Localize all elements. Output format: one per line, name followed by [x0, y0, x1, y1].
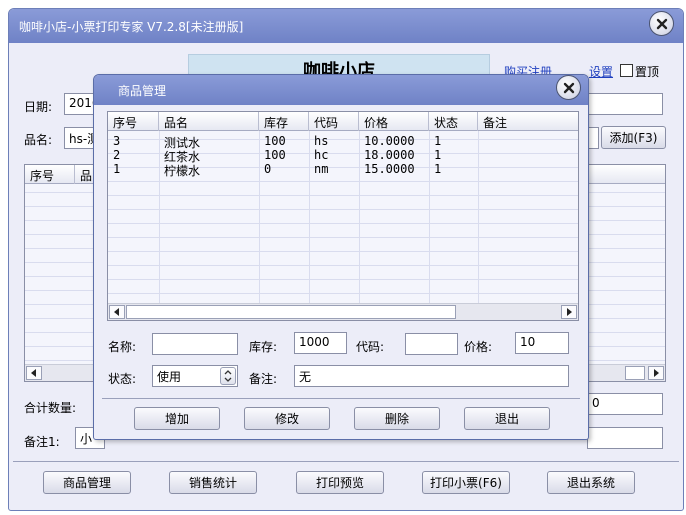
dialog-edit-button[interactable]: 修改 [244, 407, 330, 430]
code-input[interactable] [405, 333, 458, 355]
product-table-hscroll[interactable] [108, 303, 578, 320]
note1-label: 备注1: [24, 435, 60, 449]
name-input[interactable] [152, 333, 238, 355]
dialog-add-button[interactable]: 增加 [134, 407, 220, 430]
product-label: 品名: [24, 133, 53, 147]
col-name[interactable]: 品名 [159, 112, 259, 131]
main-close-button[interactable] [649, 11, 674, 36]
note-input[interactable]: 无 [294, 365, 569, 387]
grid-line [159, 131, 160, 320]
print-preview-button[interactable]: 打印预览 [296, 471, 384, 494]
col-price[interactable]: 价格 [359, 112, 429, 131]
total-qty-label: 合计数量: [24, 401, 77, 415]
row-index: 3 [113, 134, 121, 148]
row-price: 10.0000 [364, 134, 415, 148]
sales-stats-button[interactable]: 销售统计 [169, 471, 257, 494]
product-table[interactable]: 序号 品名 库存 代码 价格 状态 备注 3 测试水 100 hs 10.000… [107, 111, 579, 321]
print-receipt-button[interactable]: 打印小票(F6) [422, 471, 510, 494]
stock-label: 库存: [249, 340, 278, 354]
dialog-delete-button[interactable]: 删除 [354, 407, 440, 430]
dialog-close-button[interactable] [556, 75, 581, 100]
status-label: 状态: [108, 372, 137, 386]
status-select[interactable]: 使用 [152, 365, 238, 387]
triangle-right-icon [654, 369, 659, 377]
grid-line [478, 131, 479, 320]
right-top-field[interactable] [585, 93, 663, 115]
status-select-value: 使用 [157, 370, 182, 384]
grid-line [259, 131, 260, 320]
product-table-header: 序号 品名 库存 代码 价格 状态 备注 [108, 112, 578, 131]
row-code: hs [314, 134, 329, 148]
settings-link[interactable]: 设置 [589, 63, 613, 80]
close-icon [563, 82, 574, 93]
row-status: 1 [434, 148, 442, 162]
row-code: hc [314, 148, 329, 162]
grid-line [429, 131, 430, 320]
row-index: 1 [113, 162, 121, 176]
row-status: 1 [434, 162, 442, 176]
code-label: 代码: [356, 340, 385, 354]
note-label: 备注: [249, 372, 278, 386]
col-note[interactable]: 备注 [478, 112, 578, 131]
main-titlebar: 咖啡小店-小票打印专家 V7.2.8[未注册版] [9, 9, 683, 43]
row-price: 15.0000 [364, 162, 415, 176]
pin-checkbox-label: 置顶 [635, 65, 660, 79]
close-icon [656, 18, 667, 29]
dialog-titlebar: 商品管理 [94, 75, 588, 105]
stock-input[interactable]: 1000 [294, 332, 347, 354]
row-index: 2 [113, 148, 121, 162]
col-stock[interactable]: 库存 [259, 112, 309, 131]
row-stock: 100 [264, 148, 286, 162]
dialog-form-separator [102, 398, 580, 399]
triangle-right-icon [567, 308, 572, 316]
row-name: 柠檬水 [164, 164, 201, 178]
price-label: 价格: [464, 340, 493, 354]
dialog-exit-button[interactable]: 退出 [464, 407, 550, 430]
col-code[interactable]: 代码 [309, 112, 359, 131]
price-input[interactable]: 10 [515, 332, 569, 354]
select-arrow-button[interactable] [220, 367, 236, 385]
scroll-right-arrow[interactable] [561, 305, 577, 319]
row-stock: 100 [264, 134, 286, 148]
main-footer-separator [13, 461, 679, 462]
pin-checkbox[interactable] [620, 64, 633, 77]
col-index[interactable]: 序号 [108, 112, 159, 131]
product-manage-button[interactable]: 商品管理 [43, 471, 131, 494]
scroll-left-arrow[interactable] [26, 366, 42, 380]
note1-right-field[interactable] [587, 427, 663, 449]
updown-chevron-icon [224, 370, 232, 382]
name-label: 名称: [108, 340, 137, 354]
product-manage-dialog: 商品管理 序号 品名 库存 代码 价格 状态 备注 3 测试水 100 hs 1… [93, 74, 589, 440]
total-value-field: 0 [587, 393, 663, 415]
exit-system-button[interactable]: 退出系统 [547, 471, 635, 494]
order-col-index[interactable]: 序号 [25, 165, 75, 184]
row-code: nm [314, 162, 329, 176]
triangle-left-icon [31, 369, 36, 377]
scroll-thumb[interactable] [126, 305, 456, 319]
scroll-left-arrow[interactable] [109, 305, 125, 319]
row-status: 1 [434, 134, 442, 148]
row-stock: 0 [264, 162, 272, 176]
col-status[interactable]: 状态 [429, 112, 478, 131]
triangle-left-icon [114, 308, 119, 316]
date-label: 日期: [24, 100, 53, 114]
scroll-right-arrow[interactable] [648, 366, 664, 380]
dialog-title: 商品管理 [118, 84, 167, 98]
grid-line [309, 131, 310, 320]
grid-line [359, 131, 360, 320]
row-price: 18.0000 [364, 148, 415, 162]
add-item-button[interactable]: 添加(F3) [601, 126, 666, 149]
main-window-title: 咖啡小店-小票打印专家 V7.2.8[未注册版] [19, 20, 244, 34]
scroll-thumb[interactable] [625, 366, 645, 380]
